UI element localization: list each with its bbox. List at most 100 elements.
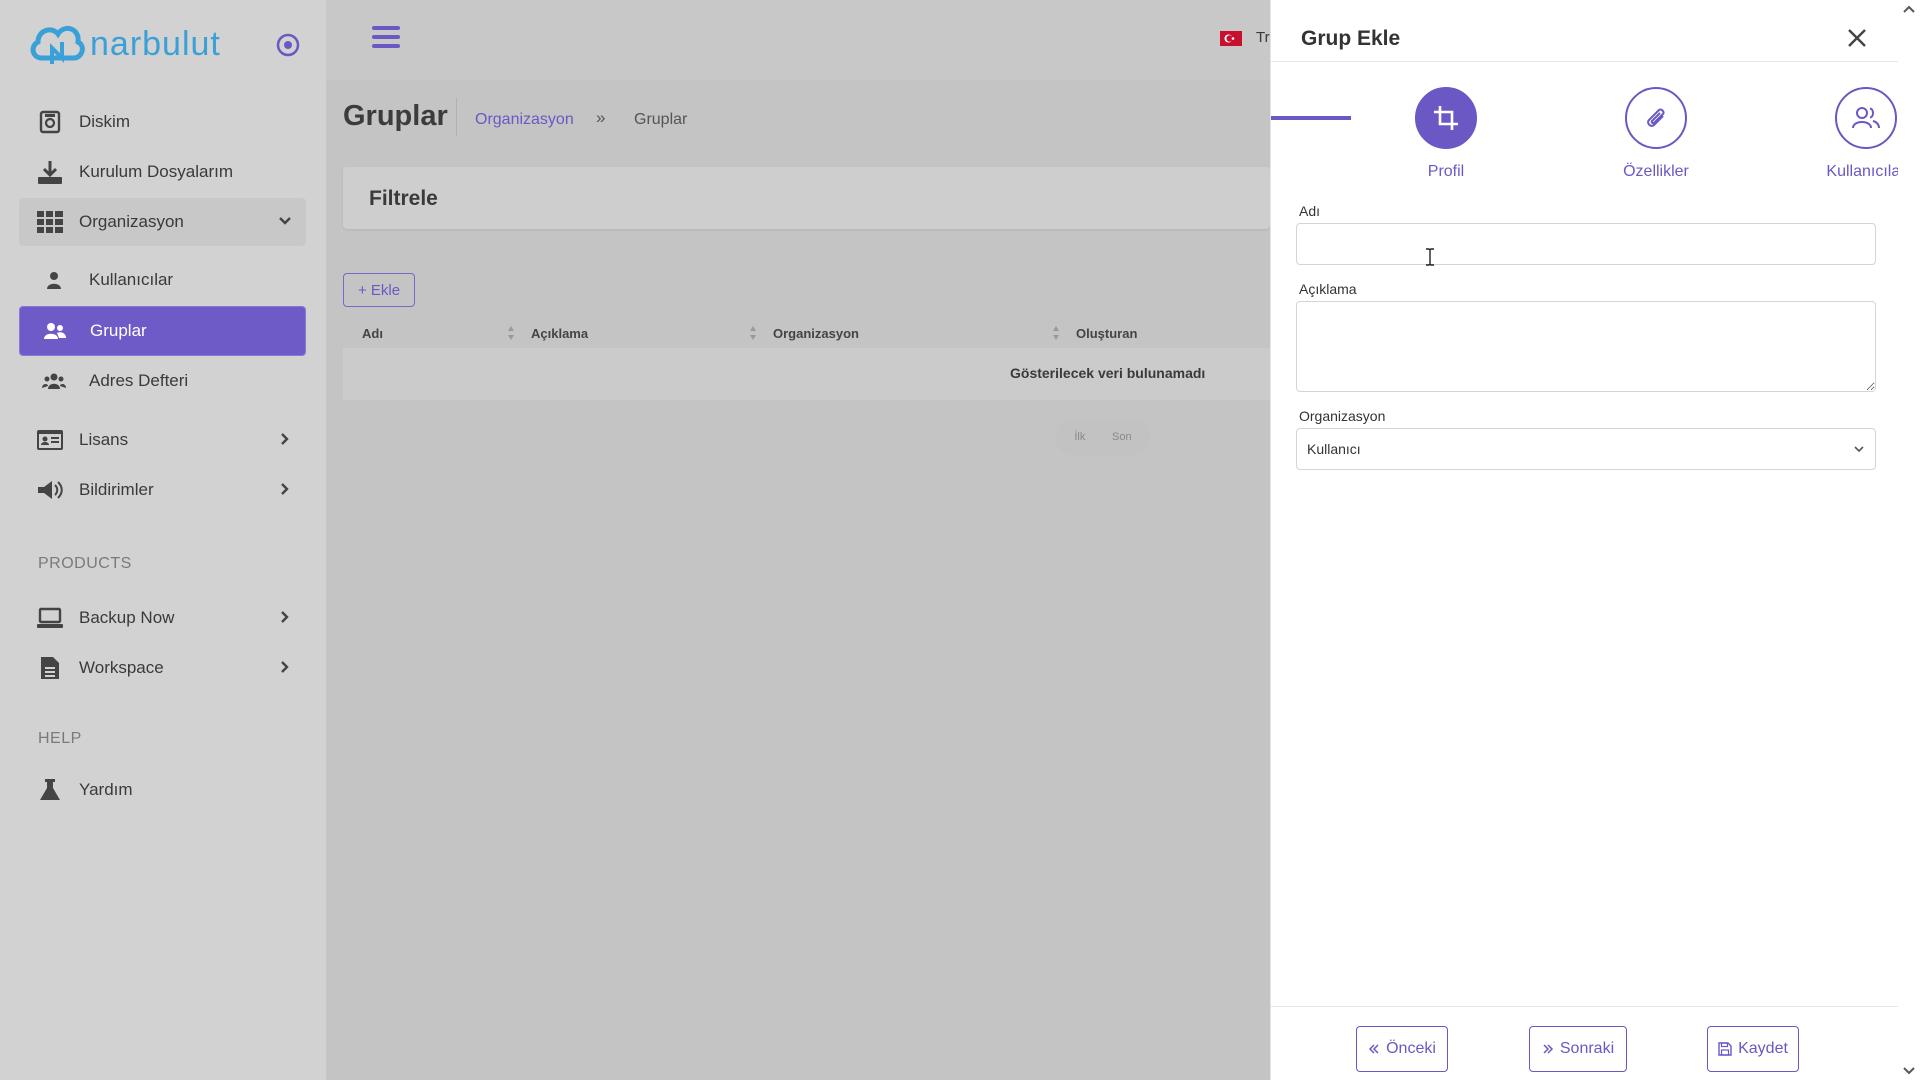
chevron-down-icon (1854, 446, 1864, 453)
section-help: HELP (38, 730, 82, 747)
crop-icon (1415, 87, 1477, 149)
organization-select[interactable]: Kullanıcı (1296, 428, 1876, 470)
grid-icon (35, 211, 65, 233)
sidebar-item-label: Kullanıcılar (89, 270, 174, 289)
sidebar-item-diskim[interactable]: Diskim (19, 98, 306, 146)
paperclip-icon (1625, 87, 1687, 149)
drawer-divider (1271, 61, 1901, 62)
step-profil[interactable]: Profil (1376, 87, 1516, 181)
sidebar-item-label: Bildirimler (79, 480, 154, 499)
sidebar-item-kullanicilar[interactable]: Kullanıcılar (19, 256, 306, 304)
sidebar-item-label: Adres Defteri (89, 371, 189, 390)
save-label: Kaydet (1738, 1040, 1788, 1057)
name-label: Adı (1299, 203, 1321, 219)
title-divider (456, 98, 457, 136)
sidebar-item-backup-now[interactable]: Backup Now (19, 594, 306, 642)
organization-selected-value: Kullanıcı (1307, 441, 1361, 457)
sidebar-item-organizasyon[interactable]: Organizasyon (19, 198, 306, 246)
next-label: Sonraki (1559, 1040, 1615, 1057)
sidebar-item-bildirimler[interactable]: Bildirimler (19, 466, 306, 514)
pager-last[interactable]: Son (1112, 431, 1132, 443)
sidebar-item-label: Organizasyon (79, 212, 184, 231)
text-cursor-icon (1426, 248, 1434, 266)
sidebar-item-workspace[interactable]: Workspace (19, 644, 306, 692)
chevron-right-icon (281, 661, 289, 673)
step-label: Özellikler (1623, 163, 1689, 180)
previous-label: Önceki (1386, 1040, 1436, 1057)
users-outline-icon (1835, 87, 1897, 149)
breadcrumb-separator: » (596, 108, 606, 127)
sidebar-item-label: Kurulum Dosyalarım (79, 162, 233, 181)
laptop-icon (35, 607, 65, 629)
footer-divider (1271, 1006, 1901, 1007)
sort-icon[interactable] (1052, 325, 1060, 341)
floppy-disk-icon (1718, 1042, 1732, 1056)
close-icon[interactable] (1845, 26, 1869, 50)
step-ozellikler[interactable]: Özellikler (1586, 87, 1726, 181)
sidebar-item-label: Yardım (79, 780, 133, 799)
top-bar: Tr (326, 0, 1270, 80)
pager-first[interactable]: İlk (1074, 431, 1085, 443)
sidebar-item-label: Diskim (79, 112, 130, 131)
add-group-drawer: Grup Ekle Profil Özellikler Kullanıcılar… (1270, 0, 1906, 1080)
table-empty-row: Gösterilecek veri bulunamadı (343, 348, 1270, 400)
address-book-icon (39, 372, 69, 390)
breadcrumb-organizasyon[interactable]: Organizasyon (475, 111, 574, 129)
chevron-right-icon (281, 611, 289, 623)
hamburger-menu-icon[interactable] (372, 26, 400, 53)
filter-panel[interactable]: Filtrele (343, 167, 1270, 229)
user-icon (39, 271, 69, 289)
disk-icon (35, 110, 65, 134)
drawer-title: Grup Ekle (1301, 27, 1401, 50)
column-header-description[interactable]: Açıklama (531, 326, 588, 341)
column-header-organization[interactable]: Organizasyon (773, 326, 859, 341)
sidebar-item-lisans[interactable]: Lisans (19, 416, 306, 464)
column-header-creator[interactable]: Oluşturan (1076, 326, 1137, 341)
name-input[interactable] (1296, 223, 1876, 265)
sidebar: narbulut Diskim Kurulum Dosyalarım Organ… (0, 0, 326, 1080)
chevron-up-icon[interactable] (1898, 2, 1920, 16)
turkey-flag-icon[interactable] (1220, 31, 1242, 46)
sort-icon[interactable] (749, 325, 757, 341)
language-selector[interactable]: Tr (1256, 29, 1270, 46)
previous-button[interactable]: Önceki (1356, 1026, 1448, 1072)
sidebar-item-kurulum[interactable]: Kurulum Dosyalarım (19, 148, 306, 196)
sort-icon[interactable] (507, 325, 515, 341)
step-label: Profil (1427, 163, 1465, 180)
sidebar-item-yardim[interactable]: Yardım (19, 766, 306, 814)
column-header-name[interactable]: Adı (362, 326, 383, 341)
download-icon (35, 159, 65, 185)
breadcrumb-current: Gruplar (634, 111, 688, 128)
id-card-icon (35, 429, 65, 451)
double-chevron-right-icon (1543, 1044, 1553, 1054)
sidebar-item-label: Lisans (79, 430, 129, 449)
add-button[interactable]: + Ekle (343, 273, 415, 307)
description-textarea[interactable] (1296, 301, 1876, 392)
sidebar-item-label: Backup Now (79, 608, 175, 627)
chevron-right-icon (281, 483, 289, 495)
organization-label: Organizasyon (1299, 408, 1386, 424)
page-scrollbar[interactable] (1898, 0, 1920, 1080)
empty-message: Gösterilecek veri bulunamadı (1010, 365, 1206, 381)
save-button[interactable]: Kaydet (1707, 1026, 1799, 1072)
chevron-down-icon[interactable] (1898, 1064, 1920, 1078)
description-label: Açıklama (1299, 281, 1357, 297)
section-products: PRODUCTS (38, 555, 132, 572)
megaphone-icon (35, 479, 65, 501)
pagination: İlk Son (1055, 419, 1151, 455)
flask-icon (35, 778, 65, 802)
double-chevron-left-icon (1369, 1044, 1379, 1054)
cloud-logo-icon (30, 25, 85, 64)
chevron-down-icon (279, 217, 291, 225)
logo-text: narbulut (90, 24, 221, 63)
sidebar-item-label: Gruplar (90, 321, 147, 340)
sidebar-item-adres-defteri[interactable]: Adres Defteri (19, 357, 306, 405)
next-button[interactable]: Sonraki (1529, 1026, 1627, 1072)
sidebar-item-gruplar[interactable]: Gruplar (19, 306, 306, 356)
document-icon (35, 656, 65, 680)
sidebar-item-label: Workspace (79, 658, 164, 677)
logo[interactable]: narbulut (28, 18, 221, 70)
sidebar-toggle-icon[interactable] (275, 32, 301, 58)
users-icon (40, 322, 70, 340)
filter-title: Filtrele (369, 187, 438, 210)
